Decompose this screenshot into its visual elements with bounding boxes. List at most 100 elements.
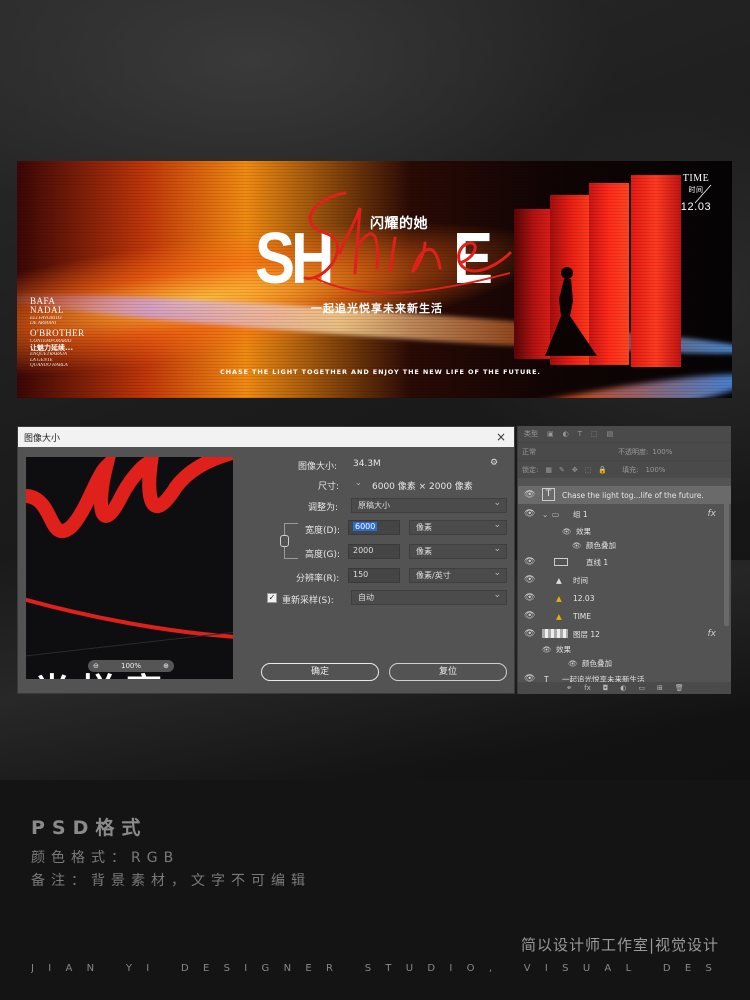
banner-artwork: SH E 闪耀的她 一起追光悦享未来新生活 CHASE THE LIGHT TO… <box>17 161 732 398</box>
gear-icon[interactable]: ⚙ <box>490 458 498 468</box>
effect-name: 效果 <box>576 526 591 536</box>
width-label: 宽度(D): <box>305 526 340 536</box>
layer-row[interactable]: 👁 直线 1 <box>518 553 731 571</box>
lock-transparent-icon[interactable]: ▦ <box>545 466 552 474</box>
smart-object-icon: ▲ <box>556 611 562 621</box>
eye-icon[interactable]: 👁 <box>524 611 535 621</box>
smart-object-icon: ▲ <box>556 575 562 585</box>
eye-icon[interactable]: 👁 <box>568 659 578 668</box>
banner-slogan: 一起追光悦享未来新生活 <box>311 302 443 315</box>
fill-value[interactable]: 100% <box>645 466 665 474</box>
eye-icon[interactable]: 👁 <box>524 593 535 603</box>
reset-button[interactable]: 复位 <box>389 663 507 681</box>
ok-button[interactable]: 确定 <box>261 663 379 681</box>
zoom-value: 100% <box>120 662 141 670</box>
layer-effect-row[interactable]: 👁 颜色叠加 <box>518 536 731 554</box>
layer-name: 直线 1 <box>586 557 609 567</box>
fx-icon[interactable]: fx <box>584 684 591 692</box>
eye-icon[interactable]: 👁 <box>524 575 535 585</box>
filter-kind[interactable]: 类型 <box>524 429 538 439</box>
trash-icon[interactable]: 🗑 <box>675 684 684 692</box>
effect-name: 颜色叠加 <box>582 658 612 668</box>
image-size-value: 34.3M <box>353 459 381 469</box>
zoom-control: ⊖ 100% ⊕ <box>88 660 174 672</box>
layer-row[interactable]: 👁 ▲ 12.03 <box>518 589 731 607</box>
layer-name: TIME <box>573 611 592 621</box>
resample-dropdown[interactable]: 自动 <box>351 590 507 605</box>
blend-mode-dropdown[interactable]: 正常 <box>522 447 612 457</box>
fit-to-dropdown[interactable]: 原稿大小 <box>351 498 507 513</box>
effect-name: 效果 <box>556 644 571 654</box>
opacity-value[interactable]: 100% <box>652 448 672 456</box>
new-group-icon[interactable]: ▭ <box>638 684 645 692</box>
eye-icon[interactable]: 👁 <box>524 509 535 519</box>
layer-row[interactable]: 👁 T Chase the light tog...life of the fu… <box>518 486 731 504</box>
lock-artboard-icon[interactable]: ⬚ <box>585 466 592 474</box>
note-text: 备注：背景素材，文字不可编辑 <box>31 873 311 889</box>
new-layer-icon[interactable]: ⊞ <box>657 684 663 692</box>
text-layer-icon: T <box>542 488 555 501</box>
link-icon[interactable] <box>280 535 289 547</box>
studio-en: JIAN YI DESIGNER STUDIO, VISUAL DESIGN <box>31 963 721 974</box>
eye-icon[interactable]: 👁 <box>572 541 582 550</box>
layer-name: 12.03 <box>573 593 595 603</box>
adjustment-icon[interactable]: ◐ <box>620 684 626 692</box>
layer-row[interactable]: 👁 ⌄ ▭ 组 1 fx <box>518 505 731 523</box>
fill-label: 填充: <box>622 465 639 474</box>
close-icon[interactable]: × <box>496 430 506 444</box>
studio-cn: 简以设计师工作室|视觉设计 <box>520 936 719 954</box>
lock-brush-icon[interactable]: ✎ <box>559 466 565 474</box>
fit-to-label: 调整为: <box>308 503 339 513</box>
width-input[interactable]: 6000 <box>348 520 400 535</box>
opacity-label: 不透明度: <box>618 447 649 456</box>
layer-thumbnail-icon <box>542 629 568 638</box>
filter-type-icon[interactable]: T <box>578 430 582 438</box>
color-mode-text: 颜色格式：RGB <box>31 850 180 866</box>
filter-adjust-icon[interactable]: ◐ <box>563 430 569 438</box>
eye-icon[interactable]: 👁 <box>542 645 552 654</box>
layer-filter-bar: 类型 ▣ ◐ T ⬚ ▤ <box>518 426 731 442</box>
eye-icon[interactable]: 👁 <box>524 490 535 500</box>
lock-move-icon[interactable]: ✥ <box>572 466 578 474</box>
expand-chevron-icon[interactable]: ⌄ <box>542 510 548 519</box>
height-unit-dropdown[interactable]: 像素 <box>409 544 507 559</box>
preview-script-stroke <box>26 457 233 657</box>
format-title: PSD格式 <box>31 817 148 839</box>
left-col-text: QUANDO HABLA <box>30 362 68 368</box>
layers-scrollbar[interactable] <box>724 496 729 626</box>
layer-name: Chase the light tog...life of the future… <box>562 490 704 500</box>
slash-divider-icon <box>694 184 712 204</box>
mask-icon[interactable]: ◘ <box>603 684 609 692</box>
eye-icon[interactable]: 👁 <box>562 527 572 536</box>
layer-name: 时间 <box>573 575 588 585</box>
height-label: 高度(G): <box>305 550 341 560</box>
eye-icon[interactable]: 👁 <box>524 629 535 639</box>
image-size-dialog: 图像大小 × 光悦享 ⊖ 100% ⊕ 图像大小: 34.3M ⚙ 尺寸: ⌄ … <box>17 426 515 694</box>
layers-footer: ⚭ fx ◘ ◐ ▭ ⊞ 🗑 <box>518 682 731 694</box>
height-input[interactable]: 2000 <box>348 544 400 559</box>
chevron-down-icon[interactable]: ⌄ <box>355 478 362 487</box>
resolution-unit-dropdown[interactable]: 像素/英寸 <box>409 568 507 583</box>
banner-left-column: BAFA NADAL ELI FAVORITO DE ARMANI O'BROT… <box>30 296 110 368</box>
zoom-in-icon[interactable]: ⊕ <box>163 662 169 670</box>
lock-all-icon[interactable]: 🔒 <box>598 466 607 474</box>
image-preview[interactable]: 光悦享 ⊖ 100% ⊕ <box>26 457 233 679</box>
fx-icon[interactable]: fx <box>708 509 717 519</box>
filter-pixel-icon[interactable]: ▣ <box>547 430 554 438</box>
eye-icon[interactable]: 👁 <box>524 557 535 567</box>
layers-panel: 类型 ▣ ◐ T ⬚ ▤ 正常 不透明度: 100% 锁定: ▦ ✎ ✥ ⬚ 🔒… <box>517 426 731 694</box>
resolution-input[interactable]: 150 <box>348 568 400 583</box>
zoom-out-icon[interactable]: ⊖ <box>93 662 99 670</box>
filter-smart-icon[interactable]: ▤ <box>607 430 614 438</box>
filter-shape-icon[interactable]: ⬚ <box>591 430 598 438</box>
resample-checkbox[interactable]: ✓ <box>267 593 277 603</box>
fx-icon[interactable]: fx <box>708 629 717 639</box>
shape-thumbnail-icon <box>554 558 568 566</box>
lock-row: 锁定: ▦ ✎ ✥ ⬚ 🔒 填充: 100% <box>518 460 731 478</box>
link-layers-icon[interactable]: ⚭ <box>566 684 572 692</box>
layer-row[interactable]: 👁 ▲ 时间 <box>518 571 731 589</box>
dialog-titlebar[interactable]: 图像大小 × <box>18 427 514 447</box>
layer-row[interactable]: 👁 ▲ TIME <box>518 607 731 625</box>
width-unit-dropdown[interactable]: 像素 <box>409 520 507 535</box>
image-size-label: 图像大小: <box>298 462 338 472</box>
